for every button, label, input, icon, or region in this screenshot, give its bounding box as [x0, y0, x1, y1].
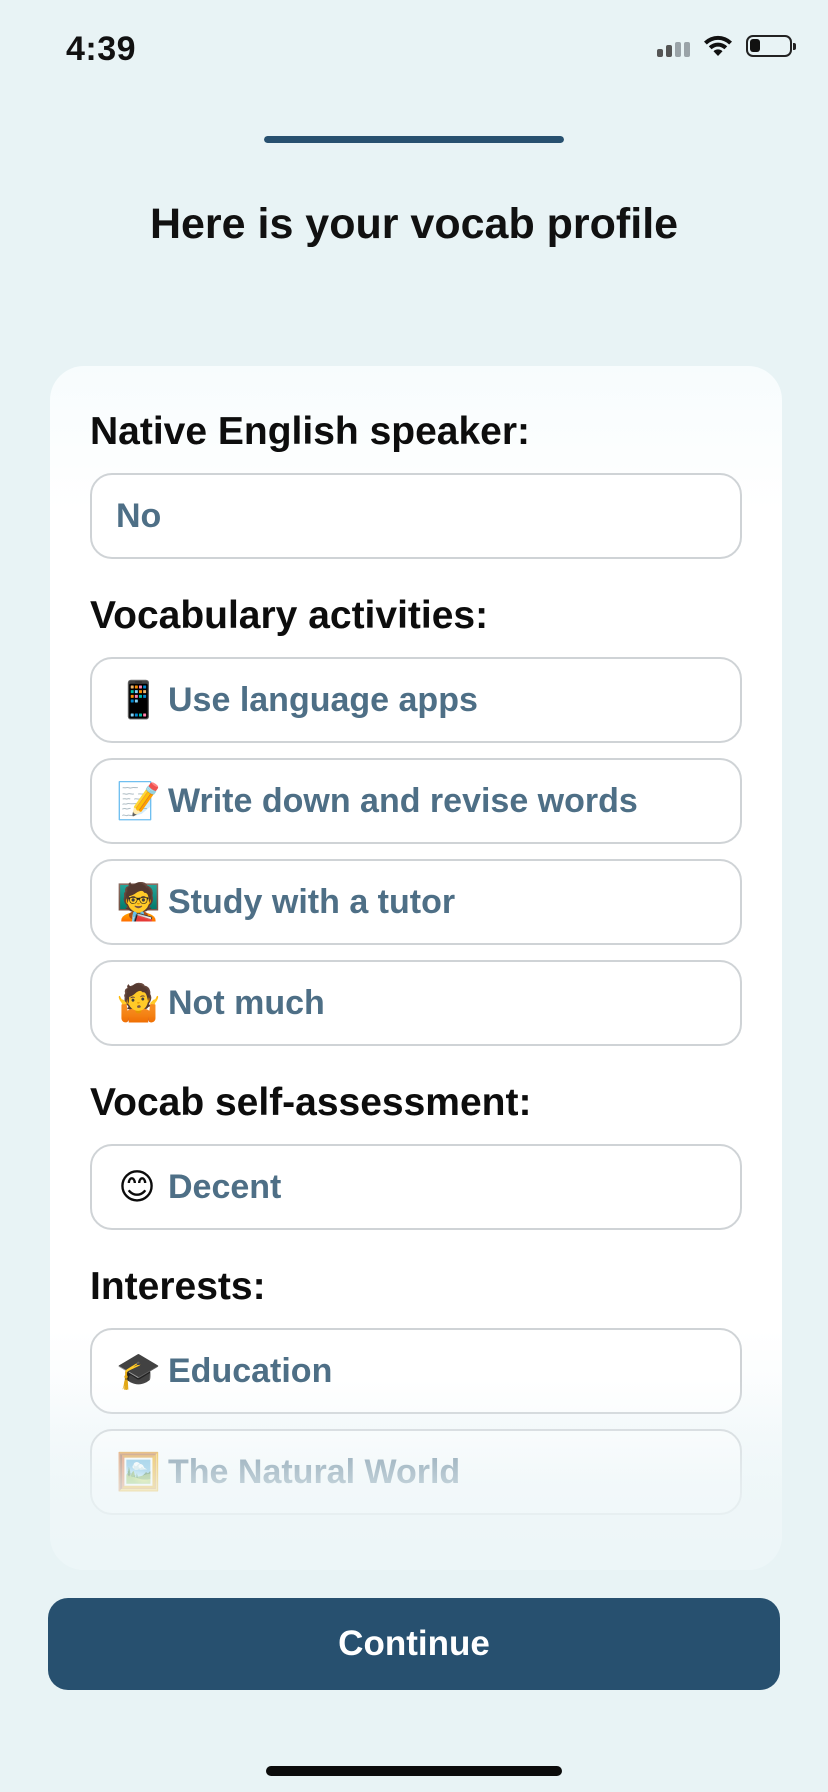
native-speaker-label: Native English speaker:	[90, 410, 531, 453]
activity-chip: 🧑‍🏫 Study with a tutor	[90, 859, 742, 945]
activity-text: Not much	[168, 983, 325, 1022]
activities-label: Vocabulary activities:	[90, 594, 489, 637]
status-bar: 4:39	[0, 0, 828, 96]
activity-text: Study with a tutor	[168, 882, 456, 921]
native-speaker-chip: No	[90, 473, 742, 559]
wifi-icon	[704, 35, 732, 56]
shrug-icon: 🤷	[116, 982, 161, 1023]
activity-text: Write down and revise words	[168, 781, 638, 820]
activity-text: Use language apps	[168, 680, 478, 719]
self-assessment-label: Vocab self-assessment:	[90, 1081, 532, 1124]
continue-button[interactable]: Continue	[48, 1598, 780, 1690]
interest-text: The Natural World	[168, 1452, 461, 1491]
page-title: Here is your vocab profile	[149, 200, 679, 248]
self-assessment-value: Decent	[168, 1167, 282, 1206]
progress-bar	[264, 136, 564, 143]
interest-chip: 🖼️ The Natural World	[90, 1429, 742, 1515]
framed-picture-icon: 🖼️	[116, 1451, 161, 1492]
interests-label: Interests:	[90, 1265, 266, 1308]
activity-chip: 📝 Write down and revise words	[90, 758, 742, 844]
home-indicator[interactable]	[266, 1766, 562, 1776]
profile-card[interactable]: Native English speaker: No Vocabulary ac…	[50, 366, 782, 1570]
activity-chip: 📱 Use language apps	[90, 657, 742, 743]
interest-chip: 🎓 Education	[90, 1328, 742, 1414]
progress-fill	[264, 136, 564, 143]
cellular-signal-icon	[657, 35, 690, 57]
interest-text: Education	[168, 1351, 333, 1390]
battery-icon	[746, 35, 796, 57]
graduation-cap-icon: 🎓	[116, 1350, 161, 1391]
activity-chip: 🤷 Not much	[90, 960, 742, 1046]
teacher-icon: 🧑‍🏫	[116, 881, 161, 922]
native-speaker-value: No	[116, 496, 162, 535]
self-assessment-chip: 😊 Decent	[90, 1144, 742, 1230]
profile-card-content: Native English speaker: No Vocabulary ac…	[90, 412, 742, 1530]
memo-icon: 📝	[116, 780, 161, 821]
mobile-phone-icon: 📱	[116, 679, 161, 720]
status-icons	[657, 34, 796, 58]
smiling-face-icon: 😊	[118, 1166, 156, 1207]
status-time: 4:39	[66, 30, 137, 68]
